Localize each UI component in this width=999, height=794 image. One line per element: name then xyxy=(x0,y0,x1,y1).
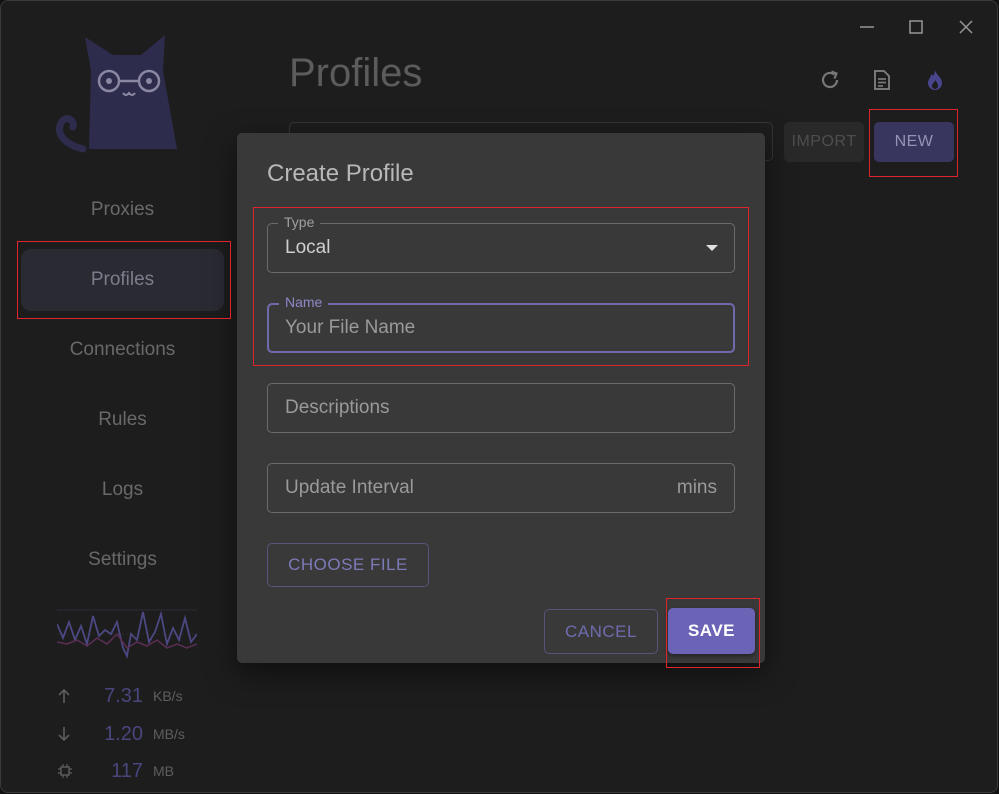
type-select[interactable]: Type Local xyxy=(267,214,735,273)
name-placeholder: Your File Name xyxy=(285,317,416,338)
name-input[interactable]: Name Your File Name xyxy=(267,294,735,353)
create-profile-dialog: Create Profile Type Local Name Your File… xyxy=(237,133,765,663)
caret-down-icon[interactable] xyxy=(706,245,718,251)
descriptions-input[interactable]: Descriptions xyxy=(267,383,735,433)
update-interval-placeholder: Update Interval xyxy=(285,477,414,498)
app-window: Proxies Profiles Connections Rules Logs … xyxy=(0,0,998,793)
type-label: Type xyxy=(278,214,321,230)
choose-file-button[interactable]: CHOOSE FILE xyxy=(267,543,429,587)
cancel-button[interactable]: CANCEL xyxy=(544,609,658,654)
type-value: Local xyxy=(285,237,331,258)
descriptions-placeholder: Descriptions xyxy=(285,397,390,418)
update-interval-input[interactable]: Update Interval mins xyxy=(267,463,735,513)
interval-unit-suffix: mins xyxy=(676,477,717,498)
name-label: Name xyxy=(279,294,329,310)
dialog-title: Create Profile xyxy=(267,160,414,187)
save-button[interactable]: SAVE xyxy=(668,608,755,654)
